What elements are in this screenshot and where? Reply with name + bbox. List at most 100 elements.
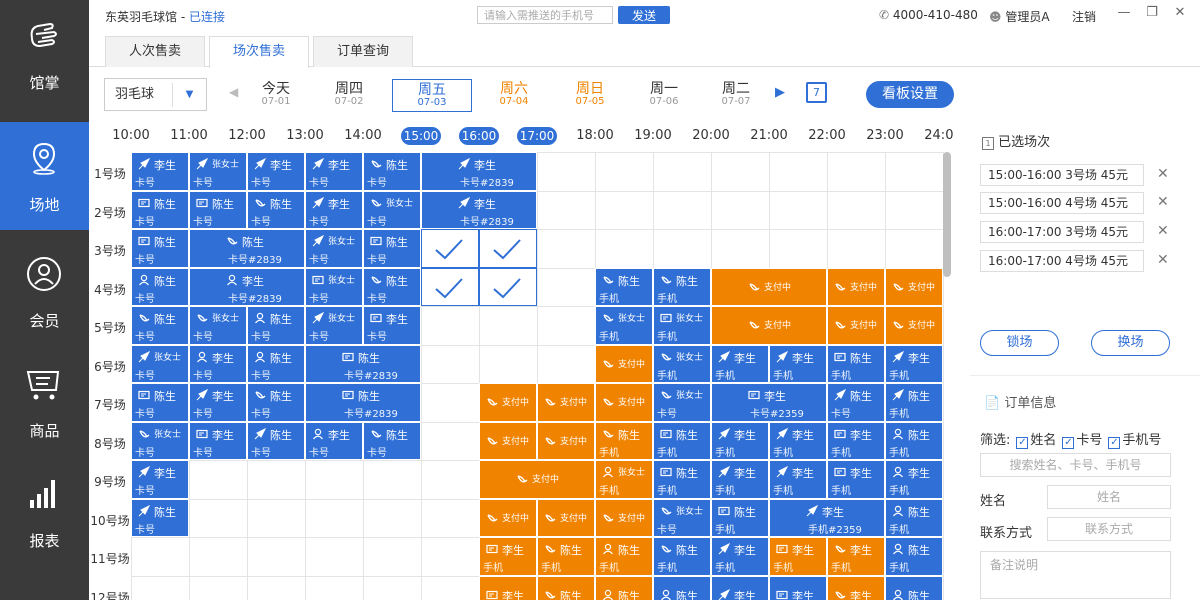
booking-cell[interactable]: 陈生手机#2359 xyxy=(885,421,943,460)
sidebar-item-report[interactable]: 报表 xyxy=(0,458,89,566)
booking-cell[interactable]: 陈生手机#2359 xyxy=(653,537,711,576)
booking-cell[interactable]: 陈生卡号#2839 xyxy=(247,190,305,229)
tab-person-sale[interactable]: 人次售卖 xyxy=(105,36,205,67)
booking-cell[interactable]: 李生手机#2359 xyxy=(711,344,769,383)
chevron-down-icon[interactable]: ▼ xyxy=(172,83,206,107)
booking-cell[interactable]: 张女士卡号#2839 xyxy=(131,344,189,383)
booking-cell[interactable]: 李生手机#2359 xyxy=(769,537,827,576)
booking-cell[interactable]: 陈生手机#2359 xyxy=(653,267,711,306)
swap-button[interactable]: 换场 xyxy=(1091,330,1170,356)
booking-cell[interactable]: 李生手机#2359 xyxy=(885,344,943,383)
day-tab[interactable]: 周六 07-04 xyxy=(474,79,554,112)
booking-cell[interactable]: 陈生卡号#0298 xyxy=(827,383,885,422)
calendar-icon[interactable]: 7 xyxy=(806,82,827,103)
booking-cell[interactable]: 支付中 xyxy=(711,267,827,306)
booking-cell[interactable]: 支付中 xyxy=(711,306,827,345)
grid-scrollbar[interactable] xyxy=(943,152,951,277)
booking-cell[interactable]: 张女士手机#2359 xyxy=(653,306,711,345)
booking-cell[interactable]: 陈生卡号#2839 xyxy=(363,267,421,306)
booking-cell[interactable]: 李生卡号#2839 xyxy=(363,306,421,345)
day-tab[interactable]: 周一 07-06 xyxy=(624,79,704,112)
selected-cell[interactable] xyxy=(421,267,479,306)
booking-cell[interactable]: 张女士手机#2359 xyxy=(595,306,653,345)
booking-cell[interactable]: 张女士手机#2359 xyxy=(595,460,653,499)
booking-cell[interactable]: 陈生 xyxy=(595,575,653,600)
booking-cell[interactable]: 李生手机#2359 xyxy=(827,537,885,576)
user-menu[interactable]: ☻ 管理员A xyxy=(989,8,1050,25)
booking-cell[interactable]: 李生手机#2359 xyxy=(769,421,827,460)
booking-cell[interactable]: 陈生手机#2359 xyxy=(595,267,653,306)
logout-link[interactable]: 注销 xyxy=(1072,8,1096,25)
restore-icon[interactable]: ❐ xyxy=(1144,5,1160,21)
booking-cell[interactable]: 李生卡号#2839 xyxy=(421,152,537,191)
booking-cell[interactable]: 李生手机#2359 xyxy=(711,421,769,460)
booking-cell[interactable]: 陈生卡号#2839 xyxy=(247,421,305,460)
booking-cell[interactable]: 陈生卡号#2839 xyxy=(131,229,189,268)
booking-cell[interactable]: 李生 xyxy=(827,575,885,600)
booking-cell[interactable]: 陈生 xyxy=(537,575,595,600)
booking-cell[interactable]: 陈生手机#2359 xyxy=(885,537,943,576)
booking-cell[interactable]: 陈生 xyxy=(885,575,943,600)
booking-cell[interactable]: 支付中 xyxy=(885,306,943,345)
booking-cell[interactable]: 陈生卡号#2839 xyxy=(189,229,305,268)
board-settings-button[interactable]: 看板设置 xyxy=(866,81,954,108)
booking-cell[interactable]: 李生卡号#2839 xyxy=(189,383,247,422)
booking-cell[interactable]: 李生卡号#2839 xyxy=(305,152,363,191)
booking-cell[interactable]: 张女士卡号#2839 xyxy=(305,267,363,306)
booking-cell[interactable]: 陈生卡号#2839 xyxy=(247,306,305,345)
booking-cell[interactable]: 陈生卡号#2839 xyxy=(131,267,189,306)
booking-cell[interactable]: 陈生卡号#2839 xyxy=(305,344,421,383)
booking-cell[interactable]: 陈生卡号#2839 xyxy=(363,421,421,460)
day-tab[interactable]: 今天 07-01 xyxy=(236,79,316,112)
booking-cell[interactable]: 陈生 xyxy=(653,575,711,600)
booking-cell[interactable]: 支付中 xyxy=(595,498,653,537)
booking-cell[interactable]: 张女士卡号#2839 xyxy=(653,383,711,422)
search-input[interactable]: 搜索姓名、卡号、手机号 xyxy=(980,453,1171,477)
phone-push-input[interactable] xyxy=(477,6,613,24)
booking-cell[interactable]: 陈生卡号#2839 xyxy=(131,383,189,422)
sidebar-item-member[interactable]: 会员 xyxy=(0,238,89,346)
booking-cell[interactable]: 李生 卡号#2359 xyxy=(711,383,827,422)
booking-cell[interactable]: 李生卡号#2839 xyxy=(305,421,363,460)
close-icon[interactable]: ✕ xyxy=(1172,5,1188,21)
booking-cell[interactable]: 支付中 xyxy=(537,498,595,537)
booking-cell[interactable]: 张女士卡号#2839 xyxy=(131,421,189,460)
note-textarea[interactable]: 备注说明 xyxy=(980,551,1171,599)
booking-cell[interactable]: 李生卡号#2839 xyxy=(189,421,247,460)
selected-cell[interactable] xyxy=(421,229,479,268)
booking-cell[interactable]: 陈生卡号#2839 xyxy=(131,498,189,537)
booking-cell[interactable]: 陈生卡号#2839 xyxy=(247,344,305,383)
booking-cell[interactable]: 李生 xyxy=(479,575,537,600)
booking-cell[interactable]: 李生 xyxy=(711,575,769,600)
booking-cell[interactable]: 陈生卡号#2839 xyxy=(131,306,189,345)
booking-cell[interactable]: 张女士手机#2359 xyxy=(653,344,711,383)
booking-cell[interactable]: 李生卡号#2839 xyxy=(305,190,363,229)
booking-cell[interactable]: 张女士卡号#2839 xyxy=(363,190,421,229)
selected-cell[interactable] xyxy=(479,229,537,268)
booking-cell[interactable]: 陈生卡号#2839 xyxy=(247,383,305,422)
booking-cell[interactable]: 陈生手机#2121 xyxy=(885,383,943,422)
booking-cell[interactable]: 陈生手机#2121 xyxy=(885,498,943,537)
booking-cell[interactable]: 陈生手机#2359 xyxy=(537,537,595,576)
booking-cell[interactable]: 张女士卡号#2839 xyxy=(305,306,363,345)
booking-cell[interactable]: 支付中 xyxy=(479,460,595,499)
filter-card-checkbox[interactable]: ✓ xyxy=(1062,437,1075,449)
close-icon[interactable]: ✕ xyxy=(1157,194,1169,210)
close-icon[interactable]: ✕ xyxy=(1157,223,1169,239)
sidebar-item-goods[interactable]: 商品 xyxy=(0,348,89,456)
booking-cell[interactable]: 李生手机#2359 xyxy=(769,344,827,383)
booking-cell[interactable]: 支付中 xyxy=(885,267,943,306)
booking-cell[interactable]: 陈生手机#2359 xyxy=(595,537,653,576)
filter-name-checkbox[interactable]: ✓ xyxy=(1016,437,1029,449)
booking-cell[interactable]: 支付中 xyxy=(827,267,885,306)
booking-cell[interactable]: 支付中 xyxy=(595,344,653,383)
booking-cell[interactable]: 陈生手机#2359 xyxy=(653,421,711,460)
lock-button[interactable]: 锁场 xyxy=(980,330,1059,356)
booking-cell[interactable]: 李生卡号#2839 xyxy=(189,267,305,306)
booking-cell[interactable]: 支付中 xyxy=(537,383,595,422)
booking-cell[interactable]: 支付中 xyxy=(537,421,595,460)
booking-cell[interactable]: 支付中 xyxy=(479,421,537,460)
tab-order-query[interactable]: 订单查询 xyxy=(313,36,413,67)
day-tab[interactable]: 周日 07-05 xyxy=(550,79,630,112)
booking-cell[interactable]: 李生手机#2359 xyxy=(479,537,537,576)
